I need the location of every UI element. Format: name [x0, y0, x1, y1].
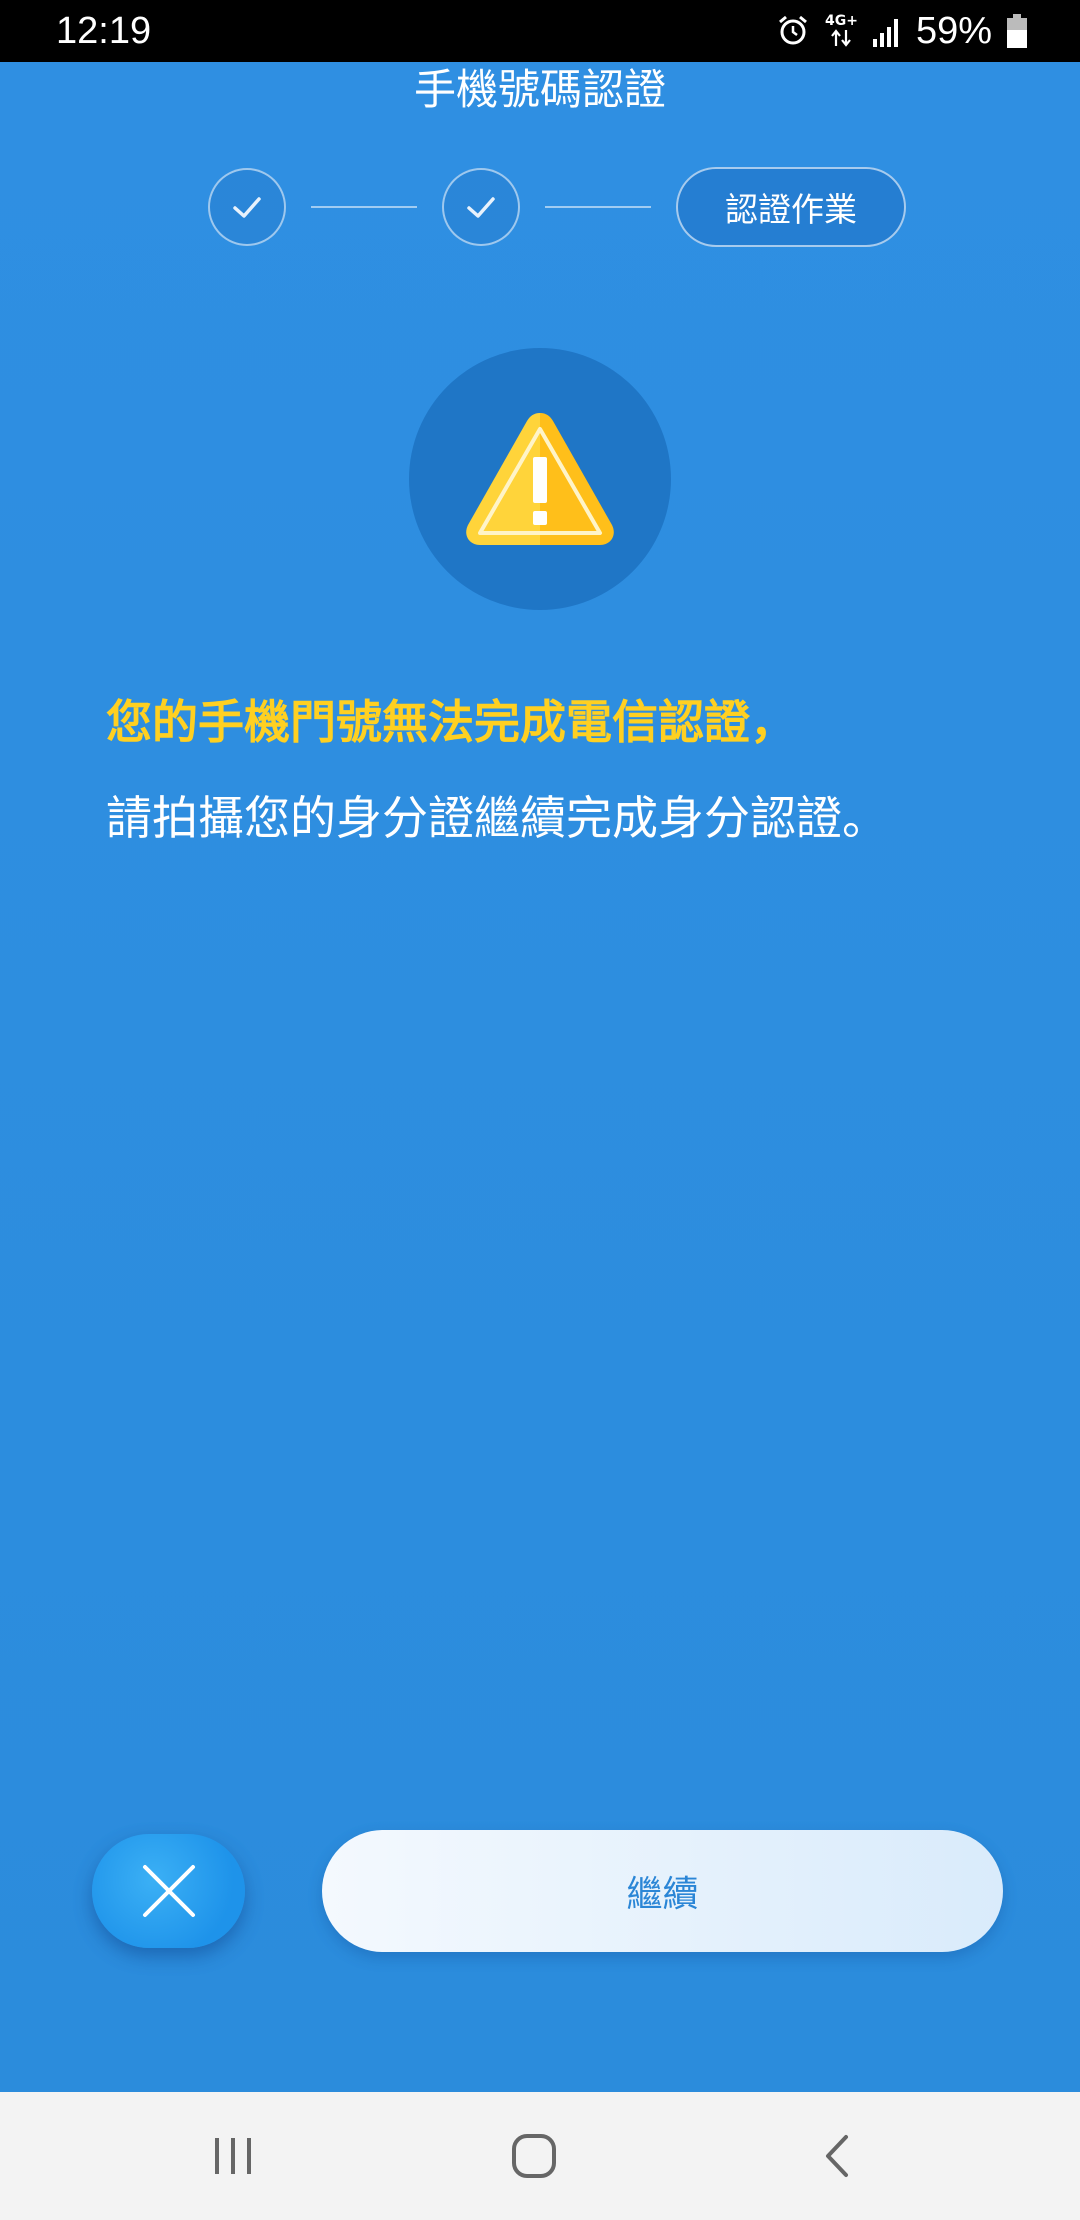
close-button[interactable]: [92, 1834, 245, 1948]
check-icon: [233, 197, 261, 218]
check-icon: [467, 197, 495, 218]
step-3-current: 認證作業: [676, 167, 906, 247]
status-bar: 12:19 4G+ 59%: [0, 0, 1080, 62]
alarm-icon: [779, 15, 807, 45]
status-time: 12:19: [56, 10, 152, 52]
network-indicator: 4G+: [825, 14, 858, 48]
instruction-message: 請拍攝您的身分證繼續完成身分認證。: [106, 791, 888, 845]
recent-apps-icon: [215, 2138, 251, 2174]
warning-icon: [466, 413, 614, 545]
back-button[interactable]: [774, 2092, 900, 2220]
status-icons: 4G+ 59%: [775, 8, 1028, 54]
home-button[interactable]: [471, 2092, 597, 2220]
home-icon: [512, 2134, 556, 2178]
step-3-label: 認證作業: [725, 190, 857, 229]
step-connector: [545, 206, 651, 208]
battery-icon: [1007, 14, 1027, 48]
battery-percent: 59%: [915, 10, 992, 52]
network-type: 4G+: [824, 13, 858, 29]
warning-badge: [409, 348, 671, 610]
continue-label: 繼續: [626, 1874, 699, 1915]
step-2-completed: [442, 168, 520, 246]
step-connector: [311, 206, 417, 208]
navigation-bar: [0, 2092, 1080, 2220]
signal-icon: [872, 19, 898, 47]
recent-apps-button[interactable]: [170, 2092, 296, 2220]
back-icon: [826, 2135, 848, 2177]
data-arrows-icon: [831, 29, 852, 47]
continue-button[interactable]: 繼續: [322, 1830, 1003, 1952]
step-1-completed: [208, 168, 286, 246]
stepper: 認證作業: [208, 166, 906, 248]
page-title: 手機號碼認證: [413, 65, 666, 114]
close-icon: [142, 1865, 195, 1917]
warning-message: 您的手機門號無法完成電信認證，: [106, 695, 796, 749]
